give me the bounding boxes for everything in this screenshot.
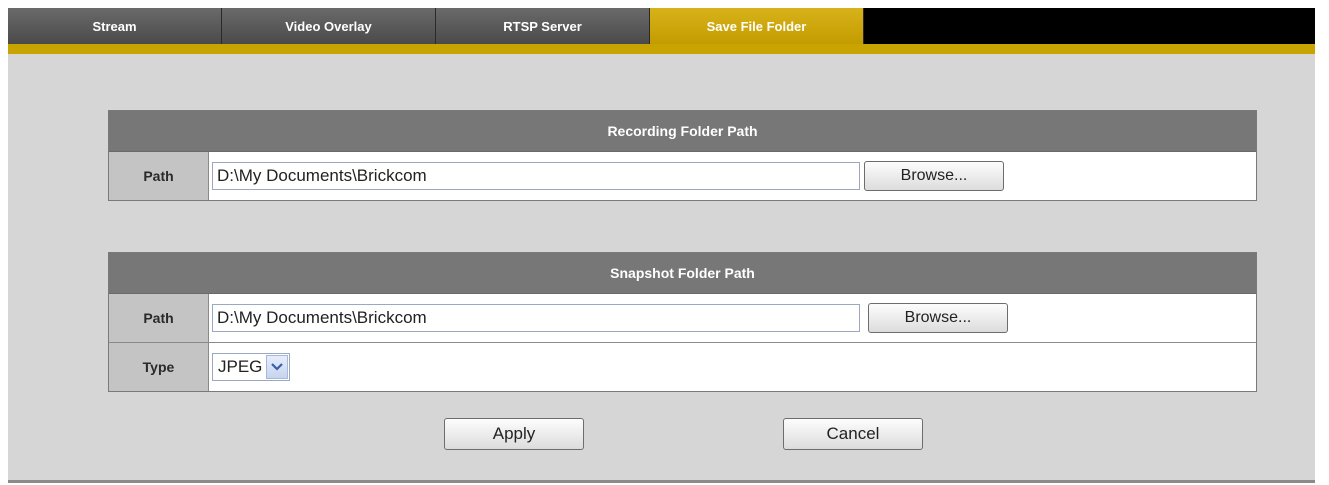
recording-folder-section: Recording Folder Path Path Browse... [108,110,1257,201]
snapshot-path-row: Path Browse... [109,294,1256,342]
bottom-divider [8,480,1315,483]
tab-bar: Stream Video Overlay RTSP Server Save Fi… [8,8,1315,44]
snapshot-folder-section: Snapshot Folder Path Path Browse... Type… [108,252,1257,392]
recording-browse-button[interactable]: Browse... [864,161,1004,191]
chevron-down-icon-glyph [271,363,284,371]
snapshot-path-cell: Browse... [209,294,1256,342]
app-window: Stream Video Overlay RTSP Server Save Fi… [0,0,1329,485]
cancel-button[interactable]: Cancel [783,418,923,450]
recording-path-label: Path [109,152,209,200]
snapshot-folder-title: Snapshot Folder Path [109,253,1256,294]
snapshot-type-label: Type [109,343,209,391]
chevron-down-icon[interactable] [266,355,289,379]
tab-save-file-folder[interactable]: Save File Folder [650,8,864,44]
recording-path-input[interactable] [212,162,860,190]
recording-path-cell: Browse... [209,152,1256,200]
snapshot-browse-button[interactable]: Browse... [868,303,1008,333]
snapshot-type-value: JPEG [218,357,263,376]
recording-folder-title: Recording Folder Path [109,111,1256,152]
snapshot-type-select[interactable]: JPEG [212,353,291,381]
recording-path-row: Path Browse... [109,152,1256,200]
tab-video-overlay[interactable]: Video Overlay [222,8,436,44]
snapshot-type-row: Type JPEG [109,342,1256,391]
active-tab-underline [8,44,1315,54]
tab-stream[interactable]: Stream [8,8,222,44]
snapshot-path-input[interactable] [212,304,860,332]
apply-button[interactable]: Apply [444,418,584,450]
snapshot-path-label: Path [109,294,209,342]
snapshot-type-cell: JPEG [209,343,1256,391]
tab-rtsp-server[interactable]: RTSP Server [436,8,650,44]
